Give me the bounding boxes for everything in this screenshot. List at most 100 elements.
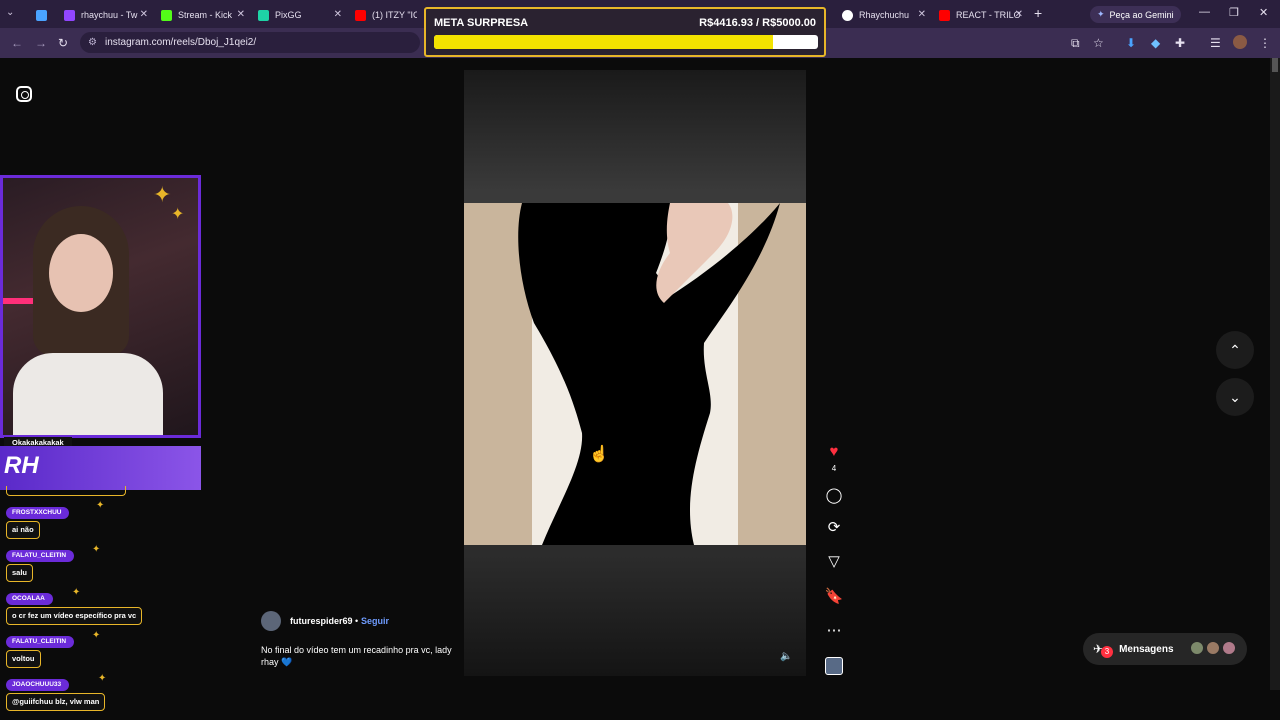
- tab-twitch[interactable]: rhaychuu - Tw ✕: [64, 4, 148, 26]
- sparkle-icon: ✦: [153, 182, 172, 207]
- stream-logo: RH: [4, 452, 39, 479]
- chat-username: JOAOCHUUU33: [6, 679, 70, 691]
- chat-message-bubble: [6, 486, 126, 496]
- youtube-icon: [355, 9, 366, 21]
- audio-thumbnail[interactable]: [825, 657, 843, 675]
- close-tab-icon[interactable]: ✕: [1015, 9, 1023, 20]
- gemini-button[interactable]: ✦ Peça ao Gemini: [1090, 6, 1181, 23]
- extensions-puzzle-icon[interactable]: ✚: [1175, 36, 1185, 50]
- pinned-tab[interactable]: [36, 4, 60, 26]
- goal-title: META SURPRESA: [434, 17, 529, 29]
- page-scrollbar[interactable]: [1270, 58, 1280, 690]
- url-text[interactable]: instagram.com/reels/Dboj_J1qei2/: [105, 37, 256, 48]
- avatar: [1206, 641, 1220, 655]
- chat-message: o cr fez um vídeo específico pra vc: [6, 607, 143, 625]
- tab-instagram[interactable]: Rhaychuchu ✕: [842, 4, 926, 26]
- site-info-icon[interactable]: ⚙: [88, 37, 97, 48]
- pinned-tab-favicon-icon: [36, 9, 47, 21]
- new-tab-button[interactable]: +: [1034, 5, 1042, 21]
- instagram-tab-icon: [842, 9, 853, 21]
- audio-icon[interactable]: 🔈: [780, 651, 792, 662]
- close-window-icon[interactable]: ✕: [1259, 6, 1268, 19]
- next-reel-button[interactable]: ⌄: [1216, 378, 1254, 416]
- download-extension-icon[interactable]: ⬇: [1126, 36, 1136, 50]
- youtube-icon: [939, 9, 950, 21]
- chat-message: voltou: [6, 650, 41, 668]
- bookmark-star-icon[interactable]: ☆: [1093, 36, 1104, 50]
- back-icon[interactable]: ←: [11, 36, 23, 50]
- close-tab-icon[interactable]: ✕: [140, 9, 148, 20]
- reload-icon[interactable]: ↻: [58, 36, 68, 50]
- messages-unread-badge: 3: [1101, 646, 1113, 658]
- donation-goal-overlay: META SURPRESA R$4416.93 / R$5000.00: [424, 7, 826, 57]
- tab-youtube-itzy[interactable]: (1) ITZY "ICY": [355, 4, 417, 26]
- tab-youtube-react[interactable]: REACT - TRILO ✕: [939, 4, 1023, 26]
- chat-username: FROSTXXCHUU: [6, 507, 70, 519]
- instagram-logo-icon[interactable]: [16, 86, 32, 102]
- profile-avatar[interactable]: [1233, 35, 1247, 49]
- streamer-shirt: [13, 353, 163, 435]
- install-app-icon[interactable]: ⧉: [1071, 36, 1080, 51]
- tab-label: (1) ITZY "ICY": [372, 10, 417, 20]
- tab-label: Rhaychuchu: [859, 10, 910, 20]
- close-tab-icon[interactable]: ✕: [334, 9, 342, 20]
- follow-button[interactable]: Seguir: [361, 616, 389, 626]
- sparkle-icon: ✦: [92, 630, 101, 641]
- comment-icon[interactable]: ◯: [824, 486, 844, 504]
- close-tab-icon[interactable]: ✕: [237, 9, 245, 20]
- gemini-sparkle-icon: ✦: [1097, 9, 1105, 19]
- repost-icon[interactable]: ⟳: [824, 518, 844, 536]
- like-count: 4: [831, 464, 837, 473]
- reel-video-frame[interactable]: [464, 203, 806, 545]
- goal-progress-bar: [434, 35, 818, 49]
- close-tab-icon[interactable]: ✕: [918, 9, 926, 20]
- author-avatar[interactable]: [261, 611, 281, 631]
- chevron-up-icon: ⌃: [1229, 341, 1241, 358]
- tab-kick[interactable]: Stream - Kick ✕: [161, 4, 245, 26]
- reel-caption: No final do vídeo tem um recadinho pra v…: [261, 645, 452, 667]
- save-bookmark-icon[interactable]: 🔖: [824, 587, 844, 605]
- sparkle-icon: ✦: [92, 544, 101, 555]
- video-silhouette: [518, 203, 780, 545]
- separator-dot: •: [355, 616, 359, 626]
- url-bar[interactable]: ⚙ instagram.com/reels/Dboj_J1qei2/: [80, 32, 420, 53]
- minimize-icon[interactable]: —: [1199, 6, 1210, 18]
- author-username[interactable]: futurespider69: [290, 616, 353, 626]
- browser-menu-icon[interactable]: ⋮: [1259, 36, 1271, 50]
- chevron-down-icon: ⌄: [1229, 388, 1241, 405]
- tab-label: rhaychuu - Tw: [81, 10, 138, 20]
- sparkle-icon: ✦: [98, 673, 107, 684]
- sparkle-icon: ✦: [72, 587, 81, 598]
- media-control-icon[interactable]: ☰: [1210, 36, 1221, 50]
- kick-icon: [161, 9, 172, 21]
- restore-icon[interactable]: ❐: [1229, 6, 1239, 19]
- webcam-overlay: ✦ ✦: [0, 175, 201, 438]
- chat-username: OCOALAA: [6, 593, 53, 605]
- neon-light: [3, 298, 33, 304]
- scrollbar-thumb[interactable]: [1272, 58, 1278, 72]
- chat-username: FALATU_CLEITIN: [6, 636, 75, 648]
- tab-pixgg[interactable]: PixGG ✕: [258, 4, 342, 26]
- stream-banner: RH: [0, 446, 201, 490]
- goal-amount: R$4416.93 / R$5000.00: [699, 17, 816, 29]
- tab-search-chevron-icon[interactable]: ⌄: [6, 7, 14, 18]
- pixgg-icon: [258, 9, 269, 21]
- extension-gem-icon[interactable]: ◆: [1151, 36, 1160, 50]
- share-icon[interactable]: ▽: [824, 552, 844, 570]
- sparkle-icon: ✦: [96, 500, 105, 511]
- like-heart-icon[interactable]: ♥: [824, 443, 844, 460]
- goal-progress-fill: [434, 35, 774, 49]
- more-options-icon[interactable]: ⋯: [824, 621, 844, 639]
- messages-label: Mensagens: [1119, 643, 1174, 655]
- chat-message: @guiifchuu blz, vlw man: [6, 693, 106, 711]
- twitch-icon: [64, 9, 75, 21]
- chat-message: ai não: [6, 521, 40, 539]
- chat-message: salu: [6, 564, 34, 582]
- tab-label: REACT - TRILO: [956, 10, 1021, 20]
- gemini-label: Peça ao Gemini: [1109, 9, 1174, 20]
- chat-username: FALATU_CLEITIN: [6, 550, 75, 562]
- previous-reel-button[interactable]: ⌃: [1216, 331, 1254, 369]
- streamer-face: [49, 234, 113, 312]
- mouse-cursor-icon: ☝: [589, 446, 609, 463]
- forward-icon[interactable]: →: [35, 36, 47, 50]
